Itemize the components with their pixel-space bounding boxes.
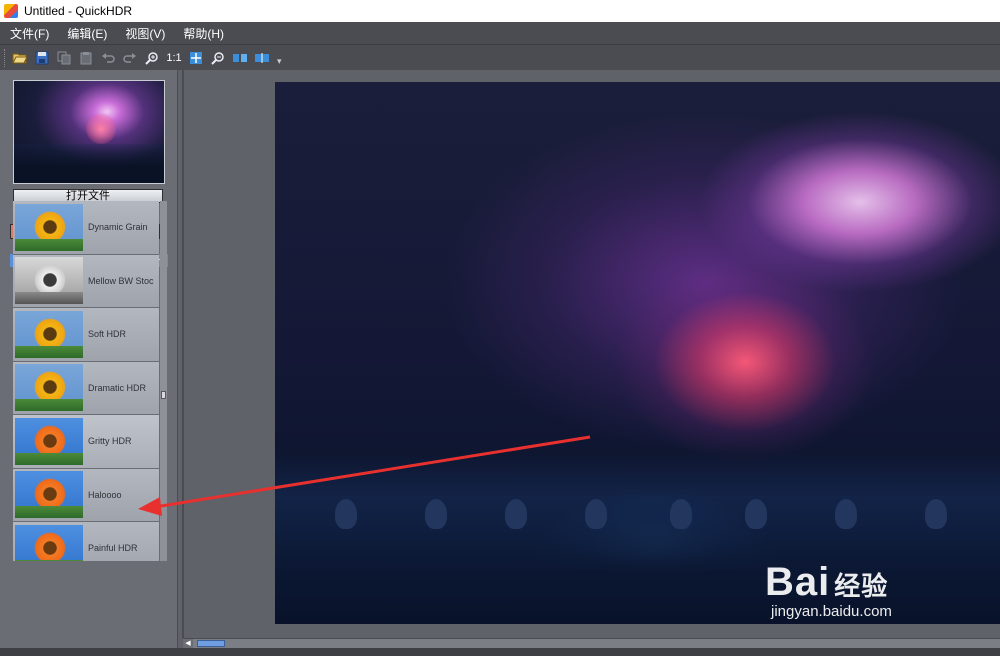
preset-thumbnail: [15, 471, 83, 519]
preset-thumbnail: [15, 417, 83, 465]
navigator-thumbnail[interactable]: [13, 80, 165, 184]
zoom-actual-size[interactable]: 1:1: [165, 52, 183, 64]
thumbnail-firework: [86, 113, 116, 144]
zoom-out-icon[interactable]: [209, 49, 227, 67]
copy-icon[interactable]: [55, 49, 73, 67]
fit-window-icon[interactable]: [187, 49, 205, 67]
menu-bar: 文件(F) 编辑(E) 视图(V) 帮助(H): [0, 22, 1000, 44]
preset-thumbnail: [15, 310, 83, 358]
preset-thumbnail: [15, 203, 83, 251]
preset-item[interactable]: Dynamic Grain: [13, 201, 159, 255]
zoom-in-icon[interactable]: [143, 49, 161, 67]
crowd-silhouette: [335, 499, 357, 529]
save-icon[interactable]: [33, 49, 51, 67]
preset-item[interactable]: Dramatic HDR: [13, 361, 159, 415]
canvas-scrollbar-horizontal[interactable]: ◀: [183, 638, 1000, 649]
window-title: Untitled - QuickHDR: [24, 4, 133, 18]
preset-scrollbar[interactable]: [160, 201, 167, 561]
preset-list: Dynamic Grain Mellow BW Stoc Soft HDR Dr…: [13, 201, 159, 561]
preset-thumbnail: [15, 257, 83, 305]
undo-icon[interactable]: [99, 49, 117, 67]
status-bar: [0, 648, 1000, 656]
paste-icon[interactable]: [77, 49, 95, 67]
redo-icon[interactable]: [121, 49, 139, 67]
preset-name: Haloooo: [88, 489, 122, 500]
preset-name: Dramatic HDR: [88, 382, 147, 393]
preset-item[interactable]: Soft HDR: [13, 308, 159, 362]
preset-item[interactable]: Haloooo: [13, 468, 159, 522]
preset-name: Mellow BW Stoc: [88, 275, 154, 286]
menu-help[interactable]: 帮助(H): [181, 23, 226, 44]
toolbar-grip[interactable]: [4, 48, 7, 67]
thumbnail-crowd: [14, 144, 164, 183]
menu-file[interactable]: 文件(F): [8, 23, 51, 44]
crowd-silhouette: [925, 499, 947, 529]
preset-item-selected[interactable]: Gritty HDR: [13, 415, 159, 469]
watermark: Bai 经验 jingyan.baidu.com: [765, 560, 985, 624]
preset-thumbnail: [15, 364, 83, 412]
preset-item[interactable]: Painful HDR: [13, 522, 159, 561]
preset-name: Dynamic Grain: [88, 222, 148, 233]
crowd-silhouette: [670, 499, 692, 529]
open-folder-icon[interactable]: [11, 49, 29, 67]
crowd-silhouette: [425, 499, 447, 529]
crowd-silhouette: [745, 499, 767, 529]
compare-icon[interactable]: [231, 49, 249, 67]
crowd-silhouette: [585, 499, 607, 529]
canvas-scrollbar-thumb[interactable]: [197, 640, 225, 647]
toolbar: 1:1 ▾: [0, 44, 1000, 70]
preset-name: Soft HDR: [88, 329, 127, 340]
crowd-silhouette: [835, 499, 857, 529]
preview-image[interactable]: Bai 经验 jingyan.baidu.com: [275, 82, 1000, 624]
watermark-logo: Bai 经验: [765, 560, 889, 604]
preset-name: Painful HDR: [88, 543, 138, 554]
menu-edit[interactable]: 编辑(E): [65, 23, 109, 44]
menu-view[interactable]: 视图(V): [123, 23, 167, 44]
preset-scrollbar-thumb[interactable]: [161, 391, 166, 399]
toolbar-overflow-icon[interactable]: ▾: [277, 56, 282, 67]
preset-thumbnail: [15, 524, 83, 561]
watermark-url: jingyan.baidu.com: [771, 603, 892, 620]
title-bar: Untitled - QuickHDR: [0, 0, 1000, 22]
preset-item[interactable]: Mellow BW Stoc: [13, 254, 159, 308]
app-icon: [4, 4, 18, 18]
split-view-icon[interactable]: [253, 49, 271, 67]
crowd-silhouette: [505, 499, 527, 529]
preset-name: Gritty HDR: [88, 436, 132, 447]
